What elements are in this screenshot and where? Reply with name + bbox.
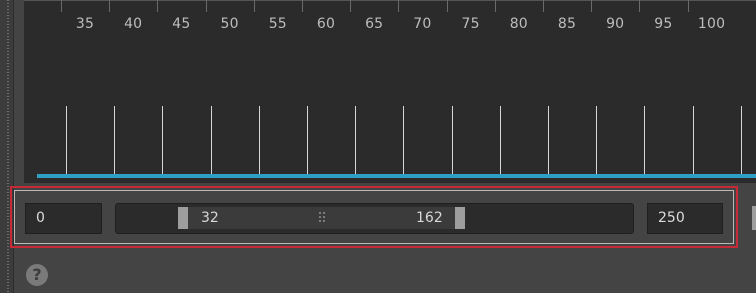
frame-tick <box>693 106 694 177</box>
frame-tick <box>162 106 163 177</box>
ruler-label: 35 <box>75 16 95 32</box>
scroll-handle[interactable] <box>752 206 756 230</box>
ruler-top-tick <box>688 0 689 12</box>
ruler-top-line <box>24 0 756 1</box>
ruler-label: 60 <box>316 16 336 32</box>
help-icon[interactable]: ? <box>26 264 48 286</box>
ruler-label: 50 <box>220 16 239 32</box>
frame-tick <box>307 106 308 177</box>
ruler-top-tick <box>591 0 592 12</box>
ruler-top-tick <box>61 0 62 12</box>
ruler-label: 90 <box>606 16 625 32</box>
ruler-label: 95 <box>654 16 673 32</box>
frame-tick <box>211 106 212 177</box>
frame-tick <box>355 106 356 177</box>
frame-tick <box>259 106 260 177</box>
ruler-top-tick <box>206 0 207 12</box>
range-start-label: 32 <box>201 210 219 226</box>
range-start-handle[interactable] <box>178 207 188 229</box>
frame-tick <box>548 106 549 177</box>
ruler-top-tick <box>639 0 640 12</box>
frame-tick <box>403 106 404 177</box>
range-end-label: 162 <box>416 210 443 226</box>
frame-tick <box>452 106 453 177</box>
max-value-field[interactable]: 250 <box>647 203 723 234</box>
ruler-label: 100 <box>697 16 726 32</box>
frame-tick <box>66 106 67 177</box>
frame-tick <box>741 106 742 177</box>
ruler-label: 55 <box>268 16 287 32</box>
frame-tick <box>114 106 115 177</box>
ruler-top-tick <box>302 0 303 12</box>
frame-tick <box>500 106 501 177</box>
ruler-top-tick <box>254 0 255 12</box>
ruler-label: 75 <box>461 16 480 32</box>
ruler-top-tick <box>157 0 158 12</box>
timeline[interactable]: 35 40 45 50 55 60 65 70 75 80 85 90 95 100 <box>24 0 756 183</box>
left-dock-strip <box>0 0 14 293</box>
range-end-handle[interactable] <box>455 207 465 229</box>
drag-grip-icon[interactable] <box>318 211 326 223</box>
ruler-top-tick <box>350 0 351 12</box>
ruler-label: 40 <box>124 16 143 32</box>
ruler-label: 70 <box>413 16 432 32</box>
frame-tick <box>596 106 597 177</box>
ruler-top-tick <box>543 0 544 12</box>
ruler-top-tick <box>398 0 399 12</box>
ruler-label: 80 <box>509 16 528 32</box>
ruler-label: 45 <box>172 16 191 32</box>
playback-range-bar <box>37 174 756 178</box>
dock-grip[interactable] <box>7 0 9 293</box>
ruler-top-tick <box>447 0 448 12</box>
frame-tick <box>644 106 645 177</box>
ruler-label: 85 <box>557 16 577 32</box>
ruler-label: 65 <box>365 16 384 32</box>
ruler-top-tick <box>495 0 496 12</box>
min-value-field[interactable]: 0 <box>25 203 102 234</box>
ruler-top-tick <box>109 0 110 12</box>
